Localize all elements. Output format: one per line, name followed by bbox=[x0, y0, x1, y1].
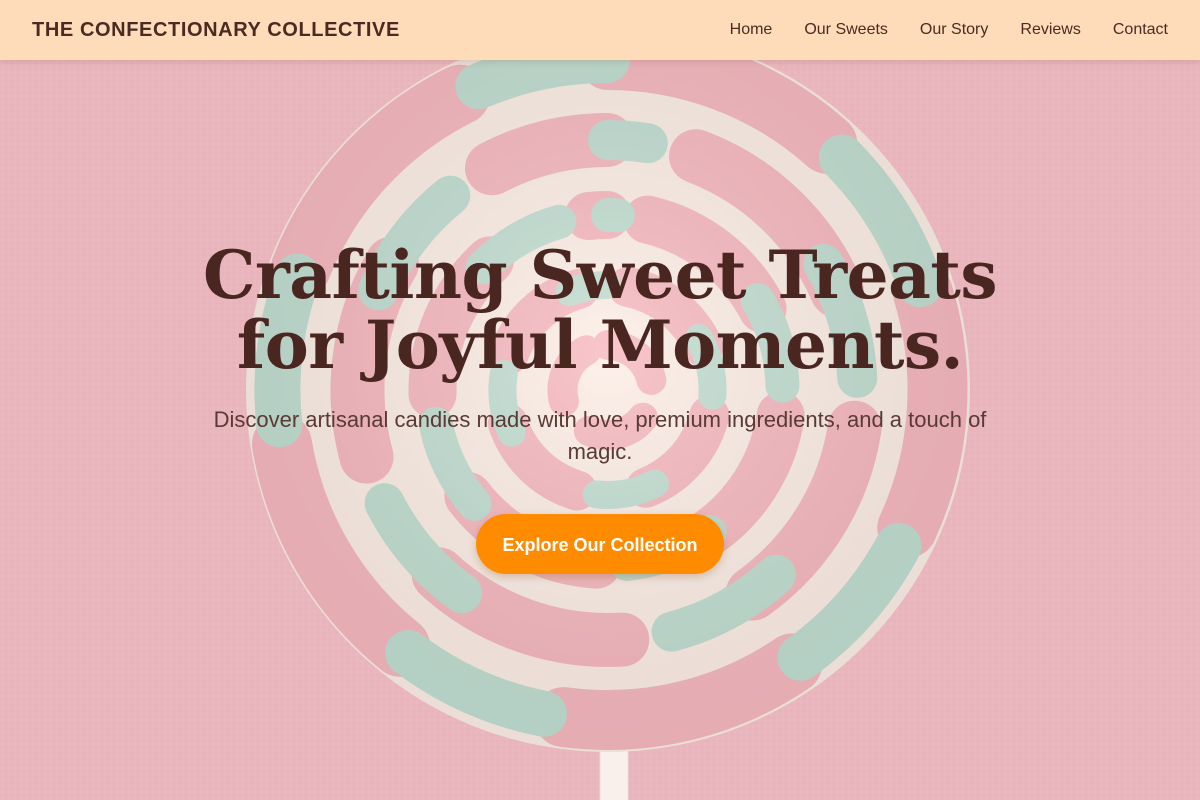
explore-collection-button[interactable]: Explore Our Collection bbox=[476, 514, 724, 574]
nav-link-contact[interactable]: Contact bbox=[1113, 21, 1168, 39]
nav-link-our-sweets[interactable]: Our Sweets bbox=[804, 21, 888, 39]
nav-link-our-story[interactable]: Our Story bbox=[920, 21, 988, 39]
nav-links: Home Our Sweets Our Story Reviews Contac… bbox=[730, 21, 1168, 39]
brand-logo[interactable]: THE CONFECTIONARY COLLECTIVE bbox=[32, 19, 400, 42]
nav-link-reviews[interactable]: Reviews bbox=[1020, 21, 1080, 39]
nav-link-home[interactable]: Home bbox=[730, 21, 773, 39]
hero-section: Crafting Sweet Treats for Joyful Moments… bbox=[0, 240, 1200, 574]
landing-page: THE CONFECTIONARY COLLECTIVE Home Our Sw… bbox=[0, 0, 1200, 800]
hero-title: Crafting Sweet Treats for Joyful Moments… bbox=[202, 236, 998, 384]
top-navbar: THE CONFECTIONARY COLLECTIVE Home Our Sw… bbox=[0, 0, 1200, 60]
hero-subtitle: Discover artisanal candies made with lov… bbox=[213, 407, 987, 464]
